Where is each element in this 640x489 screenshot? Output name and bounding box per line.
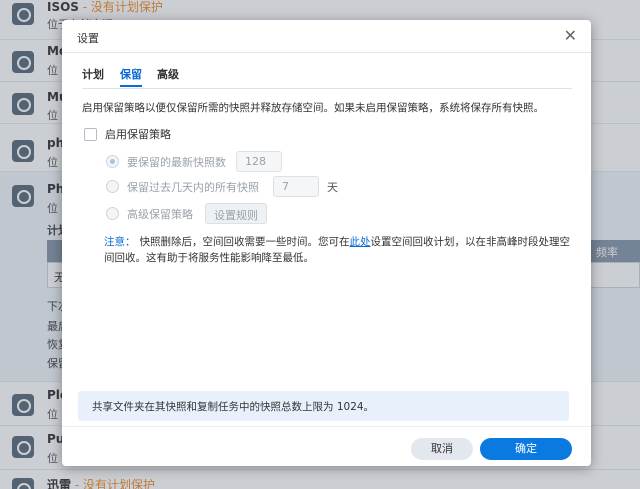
enable-retention-label: 启用保留策略 (105, 128, 171, 141)
settings-dialog: 设置 ✕ 计划 保留 高级 启用保留策略以便仅保留所需的快照并释放存储空间。如果… (62, 20, 591, 466)
note-text: 注意： 快照删除后，空间回收需要一些时间。您可在此处设置空间回收计划，以在非高峰时… (104, 236, 570, 264)
note-label: 注意： (104, 236, 136, 248)
option-advanced: 高级保留策略 设置规则 (106, 203, 267, 224)
latest-count-input[interactable]: 128 (236, 151, 282, 172)
ok-button[interactable]: 确定 (480, 438, 572, 460)
footer-divider (62, 426, 591, 427)
info-banner: 共享文件夹在其快照和复制任务中的快照总数上限为 1024。 (78, 391, 569, 421)
radio-advanced[interactable] (106, 207, 119, 220)
option-days-label: 保留过去几天内的所有快照 (127, 180, 259, 194)
radio-latest[interactable] (106, 155, 119, 168)
tab-schedule[interactable]: 计划 (82, 66, 104, 82)
close-icon[interactable]: ✕ (564, 26, 577, 45)
set-rules-button[interactable]: 设置规则 (205, 203, 267, 224)
divider (62, 52, 591, 53)
days-unit: 天 (327, 180, 338, 194)
tab-advanced[interactable]: 高级 (157, 66, 179, 82)
option-days: 保留过去几天内的所有快照 7 天 (106, 176, 338, 197)
option-latest: 要保留的最新快照数 128 (106, 151, 282, 172)
radio-days[interactable] (106, 180, 119, 193)
option-advanced-label: 高级保留策略 (127, 207, 193, 221)
option-latest-label: 要保留的最新快照数 (127, 155, 226, 169)
dialog-title: 设置 (77, 32, 99, 45)
tabs-divider (82, 88, 572, 89)
cancel-button[interactable]: 取消 (411, 438, 473, 460)
retention-description: 启用保留策略以便仅保留所需的快照并释放存储空间。如果未启用保留策略，系统将保存所… (82, 102, 544, 114)
days-input[interactable]: 7 (273, 176, 319, 197)
enable-retention-row[interactable]: 启用保留策略 (84, 126, 171, 142)
enable-retention-checkbox[interactable] (84, 127, 97, 141)
space-reclaim-link[interactable]: 此处 (350, 236, 371, 248)
tab-retention[interactable]: 保留 (120, 66, 142, 87)
